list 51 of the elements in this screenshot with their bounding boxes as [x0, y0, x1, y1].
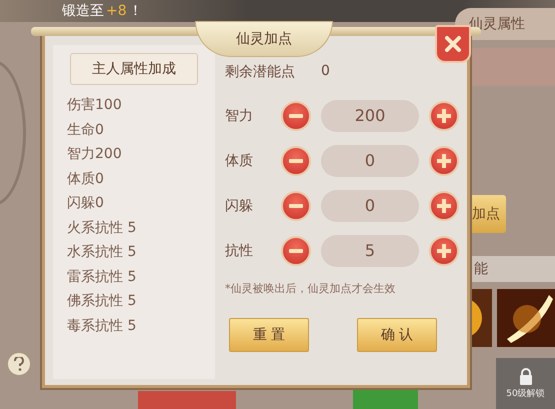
stat-label: 抗性	[225, 242, 254, 260]
notice-text: 锻造至	[62, 2, 104, 20]
plus-button[interactable]	[429, 236, 459, 266]
bonus-stat: 体质0	[67, 170, 104, 188]
bonus-header: 主人属性加成	[70, 53, 198, 85]
minus-button[interactable]	[281, 146, 311, 176]
stat-value: 0	[321, 144, 419, 176]
skill-icon[interactable]	[497, 289, 555, 347]
plus-button[interactable]	[429, 146, 459, 176]
minus-button[interactable]	[281, 190, 311, 220]
reset-button[interactable]: 重 置	[229, 318, 309, 352]
stat-value: 200	[321, 100, 419, 132]
bonus-stat: 伤害100	[67, 96, 122, 115]
notice-bonus: +8	[106, 3, 127, 19]
notice-mark: ！	[128, 2, 143, 20]
minus-icon	[289, 114, 303, 118]
remaining-label: 剩余潜能点	[225, 63, 295, 81]
stat-value: 0	[321, 190, 419, 222]
bonus-stat: 生命0	[67, 120, 104, 140]
minus-icon	[289, 204, 303, 208]
plus-button[interactable]	[429, 190, 459, 220]
close-icon	[444, 35, 462, 53]
item-tile	[353, 388, 418, 409]
minus-button[interactable]	[281, 100, 311, 130]
bonus-stat: 火系抗性 5	[67, 218, 136, 238]
plus-icon	[436, 198, 452, 214]
bonus-stat: 雷系抗性 5	[67, 268, 136, 286]
plus-button[interactable]	[429, 100, 459, 130]
minus-icon	[289, 248, 303, 252]
bonus-stat: 闪躲0	[67, 194, 104, 213]
plus-icon	[436, 108, 452, 124]
note-text: *仙灵被唤出后，仙灵加点才会生效	[225, 281, 396, 296]
confirm-button[interactable]: 确 认	[357, 318, 437, 352]
bonus-stat: 智力200	[67, 145, 122, 164]
lock-icon	[518, 368, 532, 384]
plus-icon	[436, 152, 452, 168]
stat-label: 闪躲	[225, 196, 254, 214]
bonus-stat: 毒系抗性 5	[67, 316, 136, 336]
bonus-stat: 佛系抗性 5	[67, 292, 136, 311]
minus-icon	[289, 158, 303, 162]
remaining-value: 0	[321, 63, 330, 81]
unlock-level-text: 50级解锁	[506, 388, 545, 400]
stat-label: 智力	[225, 106, 254, 124]
minus-button[interactable]	[281, 236, 311, 266]
close-button[interactable]	[435, 25, 471, 63]
dialog-title: 仙灵加点	[195, 21, 333, 57]
plus-icon	[436, 242, 452, 258]
bonus-stat: 水系抗性 5	[67, 243, 136, 262]
stat-label: 体质	[225, 152, 254, 170]
help-icon[interactable]	[7, 352, 31, 376]
stat-value: 5	[321, 234, 419, 266]
